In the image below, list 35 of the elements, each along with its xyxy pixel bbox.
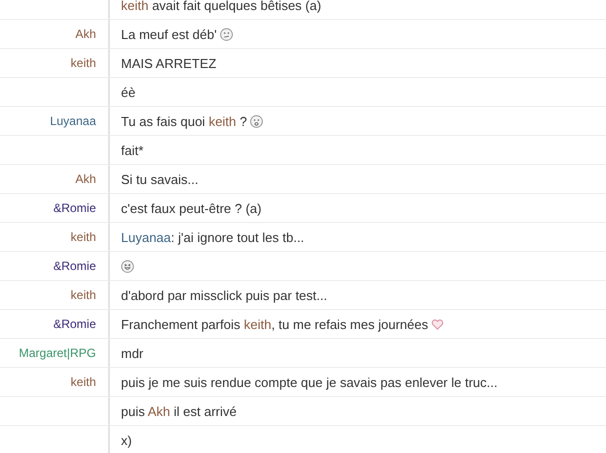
- username[interactable]: &Romie: [53, 317, 96, 331]
- message-text: La meuf est déb': [121, 26, 217, 42]
- message-text: x): [121, 432, 132, 448]
- message-text: Franchement parfois keith, tu me refais mes journées: [121, 316, 428, 332]
- user-mention[interactable]: keith: [208, 114, 236, 128]
- message-text: mdr: [121, 346, 144, 360]
- user-mention[interactable]: Luyanaa: [121, 230, 171, 244]
- username[interactable]: keith: [70, 375, 96, 389]
- username[interactable]: &Romie: [53, 259, 96, 273]
- message-text: keith avait fait quelques bêtises (a): [121, 0, 322, 12]
- message-text: puis Akh il est arrivé: [121, 404, 237, 418]
- message-text: Luyanaa: j'ai ignore tout les tb...: [121, 230, 304, 244]
- heart-icon: [431, 318, 444, 330]
- message-text: fait*: [121, 142, 144, 158]
- username[interactable]: &Romie: [53, 201, 96, 215]
- username[interactable]: Akh: [75, 27, 96, 41]
- message-text: MAIS ARRETEZ: [121, 56, 216, 70]
- username[interactable]: Akh: [75, 172, 96, 186]
- sad-face-icon: [250, 114, 263, 128]
- user-mention[interactable]: keith: [121, 0, 148, 12]
- confused-face-icon: [220, 28, 233, 40]
- message-text: c'est faux peut-être ? (a): [121, 200, 262, 216]
- username[interactable]: Margaret|RPG: [18, 346, 96, 360]
- message-text: Si tu savais...: [121, 172, 198, 186]
- message-text: d'abord par missclick puis par test...: [121, 288, 328, 302]
- username[interactable]: keith: [70, 288, 96, 302]
- message-text: éè: [121, 84, 136, 100]
- user-mention[interactable]: Akh: [148, 404, 170, 418]
- message-text: puis je me suis rendue compte que je savais pas enlever le truc...: [121, 374, 498, 390]
- username[interactable]: keith: [70, 230, 96, 244]
- message-text: Tu as fais quoi keith ?: [121, 114, 247, 128]
- squinting-face-icon: [121, 260, 134, 272]
- username[interactable]: Luyanaa: [50, 114, 96, 128]
- user-mention[interactable]: keith: [244, 316, 272, 332]
- username[interactable]: keith: [70, 56, 96, 70]
